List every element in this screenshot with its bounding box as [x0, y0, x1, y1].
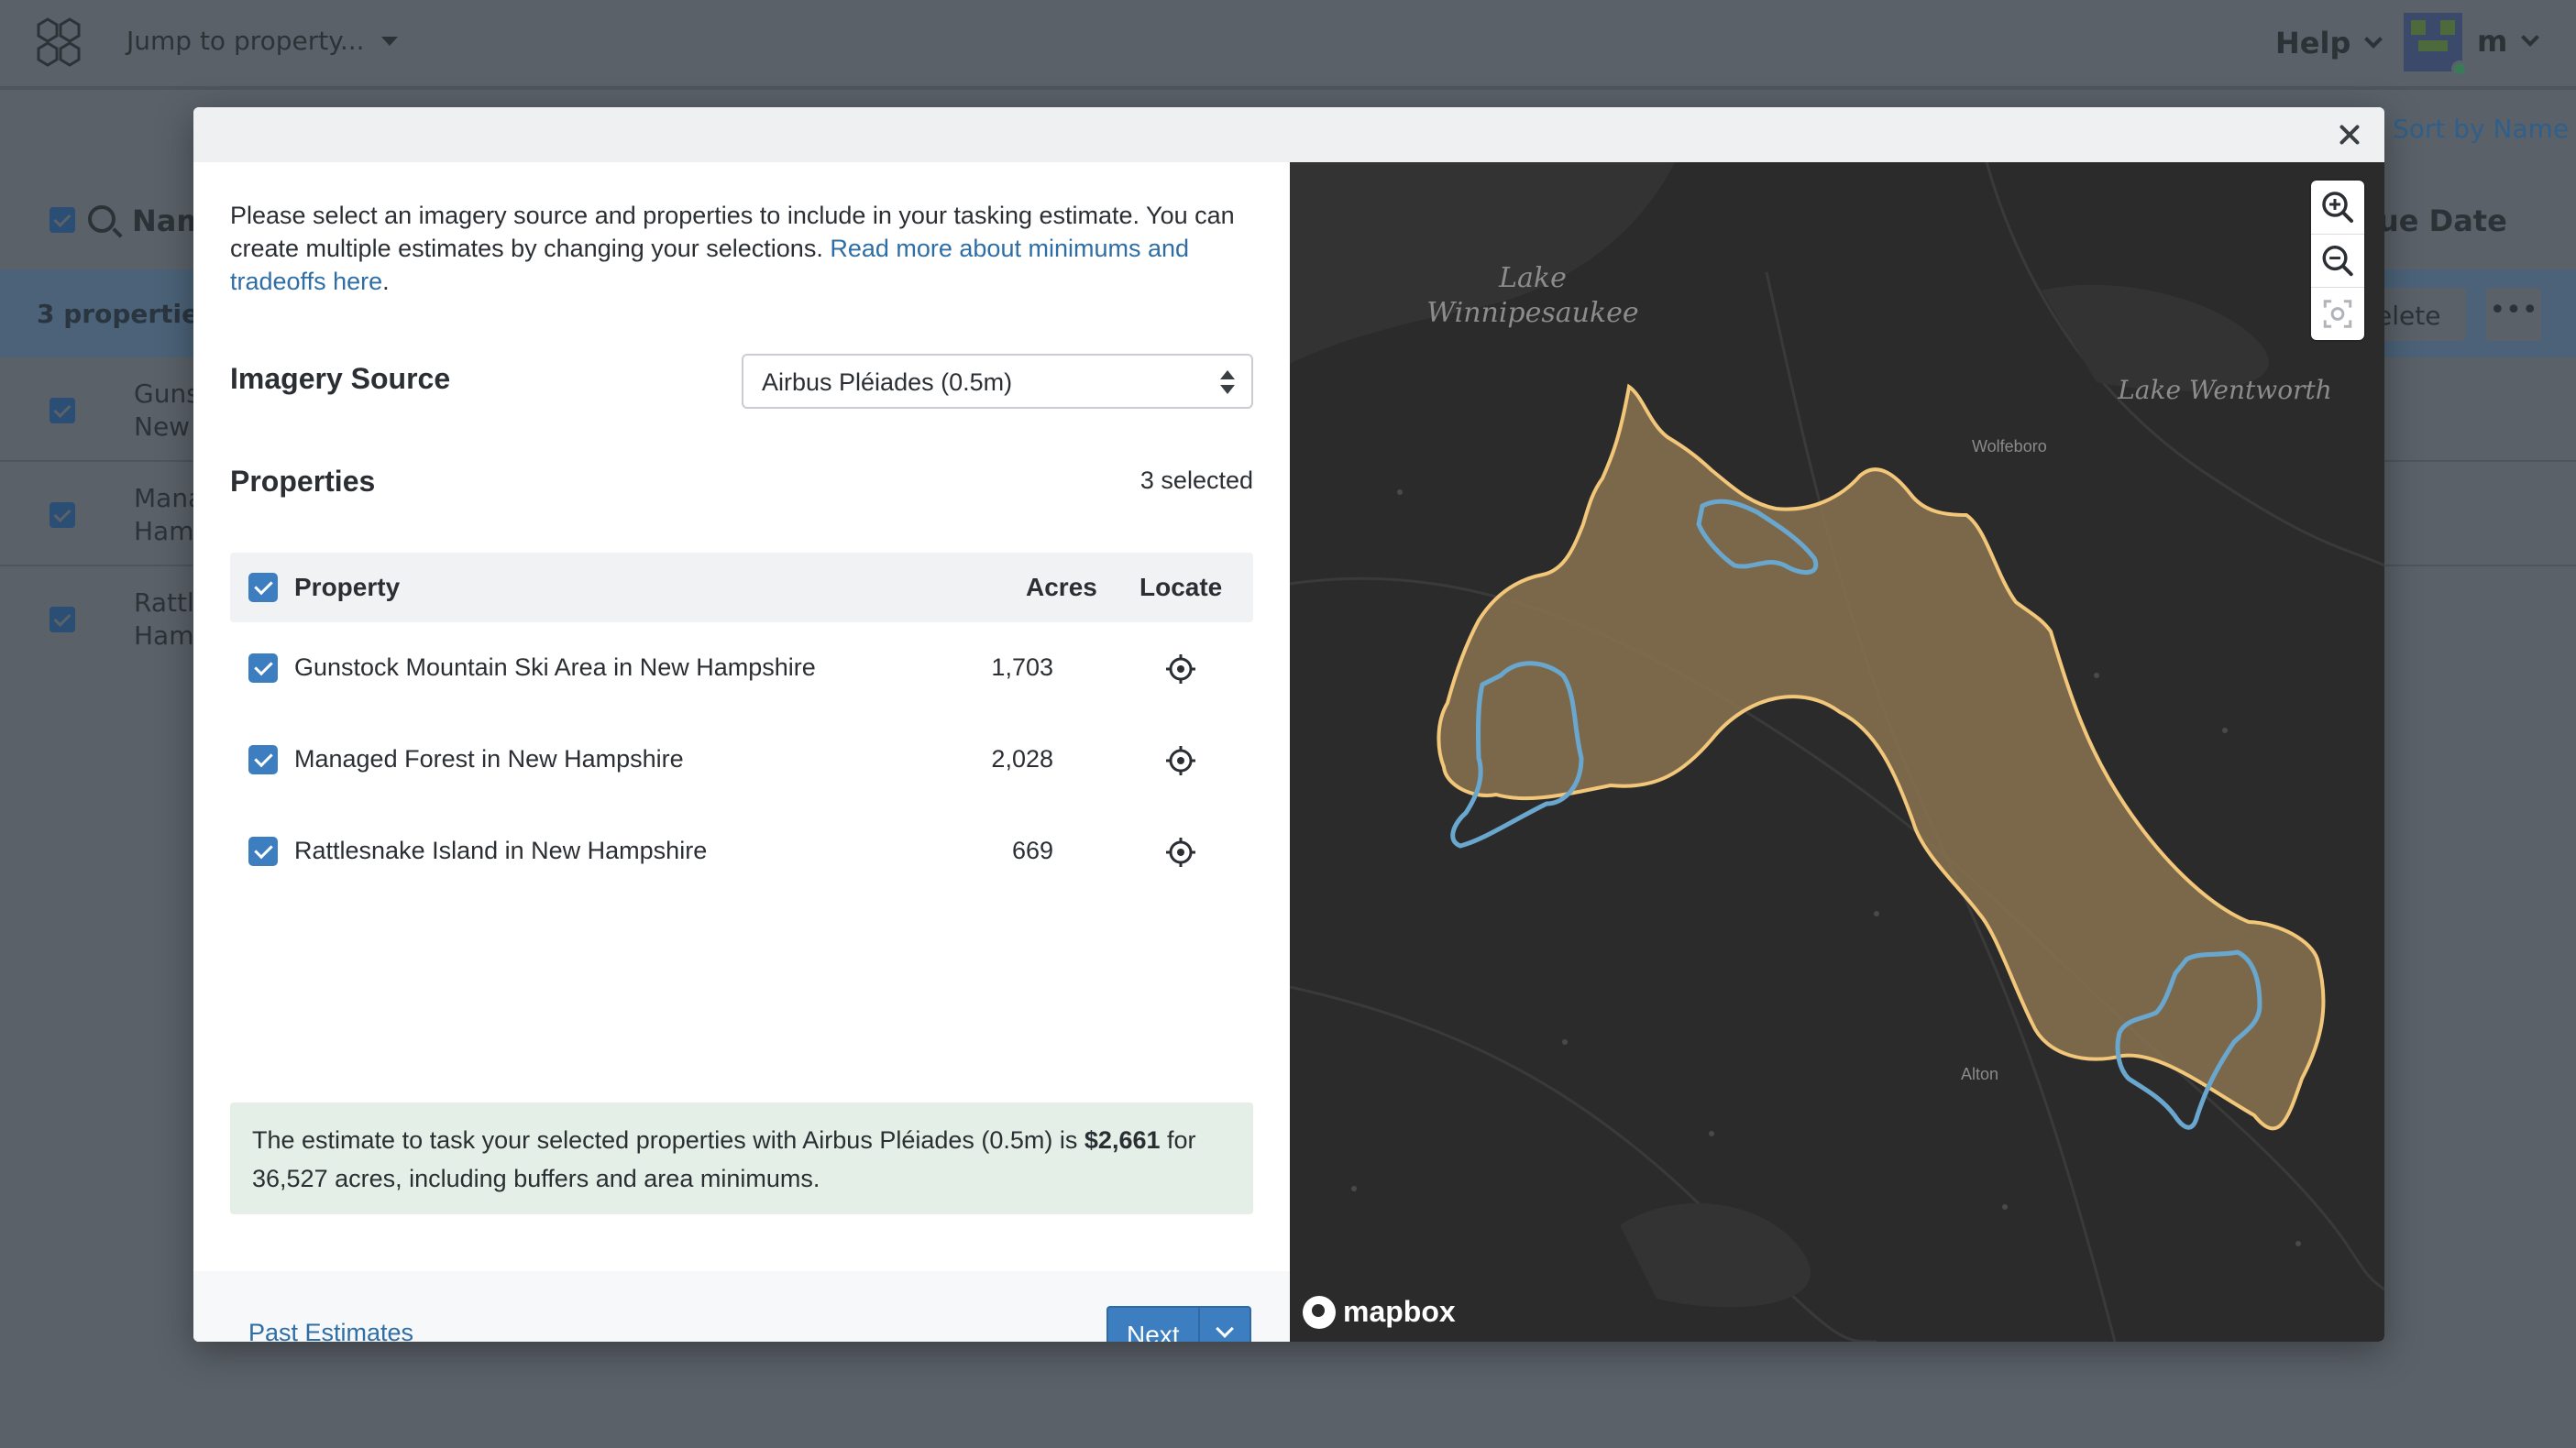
zoom-out-icon[interactable]: [2311, 234, 2364, 287]
user-menu[interactable]: m: [2477, 24, 2540, 59]
select-all-properties-checkbox[interactable]: [248, 573, 278, 602]
properties-label: Properties: [230, 465, 376, 498]
property-row[interactable]: Gunstock Mountain Ski Area in New Hampsh…: [230, 622, 1253, 714]
map-canvas[interactable]: [1290, 162, 2384, 1342]
row-name-line2: New: [134, 411, 191, 442]
wolfeboro-label: Wolfeboro: [1972, 437, 2047, 455]
avatar[interactable]: [2404, 13, 2468, 77]
caret-down-icon: [380, 36, 398, 46]
modal-header: [193, 107, 2384, 162]
map-view[interactable]: Lake Winnipesaukee Lake Wentworth Wolfeb…: [1290, 162, 2384, 1342]
sort-by-name-link[interactable]: Sort by Name: [2393, 114, 2569, 144]
mapbox-wordmark: mapbox: [1343, 1295, 1456, 1328]
property-row[interactable]: Managed Forest in New Hampshire 2,028: [230, 714, 1253, 806]
intro-end: .: [382, 268, 390, 295]
due-date-column-header[interactable]: ue Date: [2378, 203, 2507, 238]
mapbox-attribution[interactable]: mapbox: [1303, 1295, 1456, 1329]
jump-to-property-dropdown[interactable]: Jump to property...: [127, 26, 398, 56]
lake-label-line1: Lake: [1499, 262, 1567, 294]
fit-bounds-icon[interactable]: [2311, 287, 2364, 340]
jump-to-property-label: Jump to property...: [127, 26, 365, 56]
lake-winnipesaukee-label: Lake Winnipesaukee: [1418, 261, 1647, 331]
row-checkbox[interactable]: [50, 398, 75, 423]
top-bar: Jump to property... Help m: [0, 0, 2576, 86]
estimate-price: $2,661: [1084, 1126, 1161, 1154]
locate-crosshair-icon[interactable]: [1165, 653, 1196, 685]
tasking-estimate-modal: Please select an imagery source and prop…: [193, 107, 2384, 1342]
map-zoom-controls: [2311, 181, 2364, 340]
search-icon[interactable]: [88, 205, 116, 233]
selected-count: 3 selected: [1139, 466, 1253, 494]
property-checkbox[interactable]: [248, 653, 278, 683]
row-checkbox[interactable]: [50, 502, 75, 528]
property-name: Gunstock Mountain Ski Area in New Hampsh…: [294, 653, 816, 681]
properties-table: Property Acres Locate Gunstock Mountain …: [230, 553, 1253, 897]
estimate-summary: The estimate to task your selected prope…: [230, 1102, 1253, 1214]
help-label: Help: [2275, 26, 2351, 60]
imagery-source-value: Airbus Pléiades (0.5m): [762, 368, 1013, 396]
chevron-down-icon: [2521, 28, 2540, 47]
row-checkbox[interactable]: [50, 607, 75, 632]
property-checkbox[interactable]: [248, 745, 278, 774]
intro-text: Please select an imagery source and prop…: [230, 199, 1266, 298]
property-checkbox[interactable]: [248, 837, 278, 866]
imagery-source-label: Imagery Source: [230, 362, 451, 395]
past-estimates-link[interactable]: Past Estimates: [248, 1319, 413, 1342]
property-name: Managed Forest in New Hampshire: [294, 745, 684, 773]
mapbox-logo-icon: [1303, 1295, 1336, 1329]
alton-label: Alton: [1961, 1065, 1999, 1083]
modal-footer: Past Estimates Next: [193, 1271, 1290, 1342]
user-initial: m: [2477, 24, 2508, 59]
more-actions-button[interactable]: •••: [2486, 288, 2541, 341]
property-acres: 669: [1011, 837, 1053, 864]
next-split-button[interactable]: Next: [1106, 1306, 1251, 1342]
acres-column-header: Acres: [1026, 573, 1097, 601]
lake-wentworth-label: Lake Wentworth: [2118, 375, 2332, 405]
close-icon[interactable]: [2335, 120, 2364, 149]
property-acres: 1,703: [991, 653, 1053, 681]
button-divider: [1198, 1308, 1200, 1342]
property-column-header: Property: [294, 573, 401, 601]
estimate-form-panel: Please select an imagery source and prop…: [193, 162, 1290, 1342]
estimate-prefix: The estimate to task your selected prope…: [252, 1126, 1084, 1154]
online-status-dot: [2451, 60, 2468, 77]
chevron-down-icon[interactable]: [1216, 1320, 1234, 1338]
chevron-down-icon: [2364, 30, 2383, 49]
lake-label-line2: Winnipesaukee: [1426, 297, 1639, 329]
locate-crosshair-icon[interactable]: [1165, 837, 1196, 868]
divider: [0, 86, 2576, 90]
select-all-checkbox[interactable]: [50, 207, 75, 233]
property-acres: 2,028: [991, 745, 1053, 773]
imagery-source-select[interactable]: Airbus Pléiades (0.5m): [742, 354, 1253, 409]
table-header: Property Acres Locate: [230, 553, 1253, 622]
app-logo-icon[interactable]: [31, 16, 92, 68]
row-name-line1: Guns: [134, 378, 200, 409]
property-name: Rattlesnake Island in New Hampshire: [294, 837, 708, 864]
property-row[interactable]: Rattlesnake Island in New Hampshire 669: [230, 806, 1253, 897]
buffer-area-polygon[interactable]: [1437, 383, 2326, 1131]
locate-column-header: Locate: [1139, 573, 1223, 601]
help-menu[interactable]: Help: [2275, 26, 2383, 60]
select-arrows-icon: [1220, 370, 1235, 394]
next-button[interactable]: Next: [1127, 1321, 1180, 1342]
locate-crosshair-icon[interactable]: [1165, 745, 1196, 776]
zoom-in-icon[interactable]: [2311, 181, 2364, 234]
